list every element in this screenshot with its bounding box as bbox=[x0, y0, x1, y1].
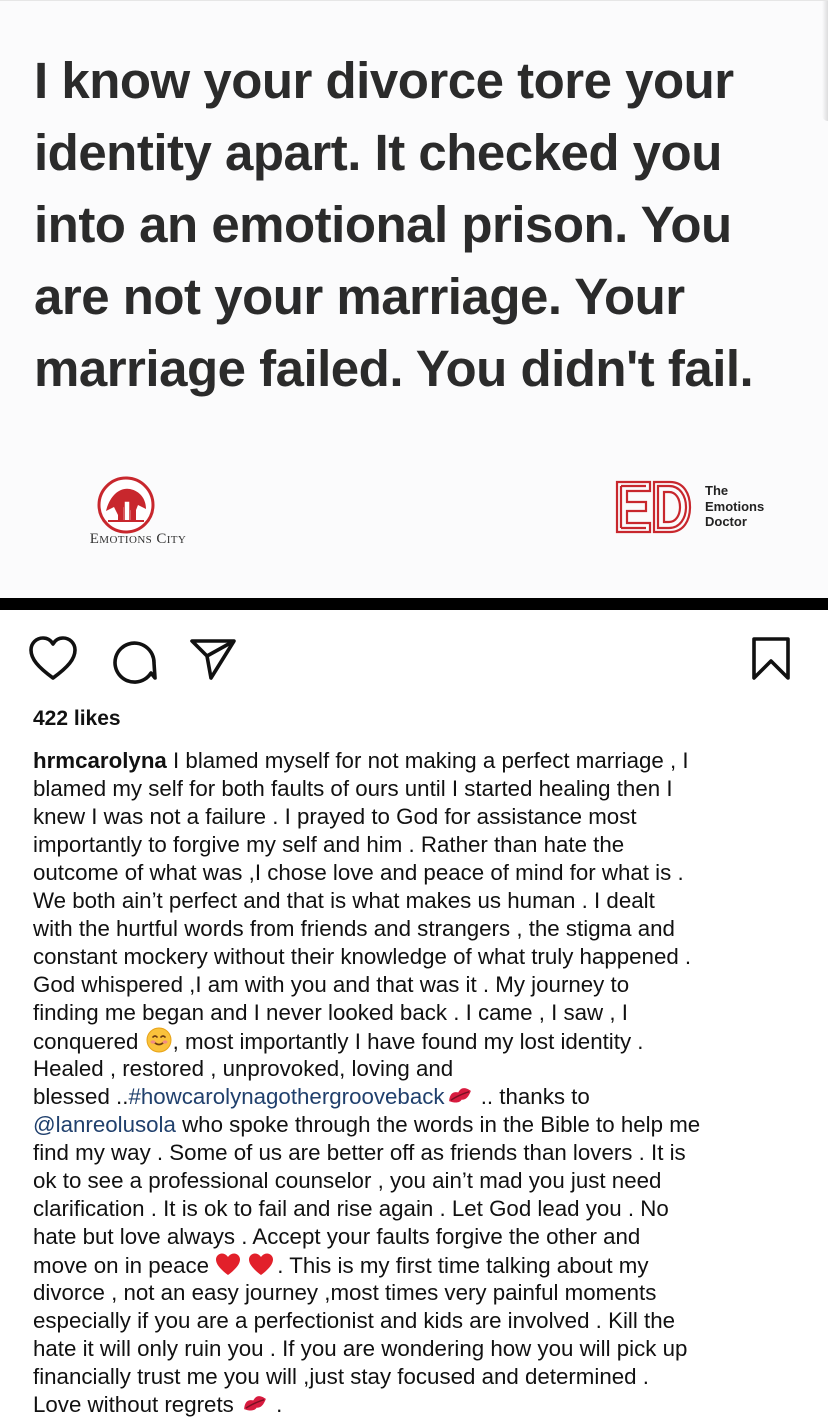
caption-text: move on in peace bbox=[33, 1253, 216, 1278]
caption-text: Love without regrets bbox=[33, 1392, 240, 1417]
caption-text: We both ain’t perfect and that is what m… bbox=[33, 888, 655, 913]
share-button[interactable] bbox=[188, 634, 238, 684]
bookmark-icon bbox=[752, 637, 790, 680]
caption-line: especially if you are a perfectionist an… bbox=[33, 1307, 813, 1335]
caption-text: . bbox=[269, 1392, 283, 1417]
next-image-edge bbox=[822, 1, 828, 121]
quote-line: identity apart. It checked you bbox=[34, 124, 722, 181]
hashtag-link[interactable]: #howcarolynagothergrooveback bbox=[128, 1084, 444, 1109]
mention-link[interactable]: @lanreolusola bbox=[33, 1112, 176, 1137]
caption-text: importantly to forgive my self and him .… bbox=[33, 832, 625, 857]
post-action-bar bbox=[0, 634, 828, 688]
heart-icon bbox=[29, 636, 77, 680]
caption-username[interactable]: hrmcarolyna bbox=[33, 748, 167, 773]
image-bottom-divider bbox=[0, 598, 828, 610]
caption-text: Healed , restored , unprovoked, loving a… bbox=[33, 1056, 454, 1081]
caption-line: blamed my self for both faults of ours u… bbox=[33, 775, 813, 803]
caption-text: find my way . Some of us are better off … bbox=[33, 1140, 686, 1165]
caption-line: with the hurtful words from friends and … bbox=[33, 915, 813, 943]
emotions-city-emblem-icon bbox=[97, 476, 155, 534]
caption-text: finding me began and I never looked back… bbox=[33, 1000, 628, 1025]
caption-line: divorce , not an easy journey ,most time… bbox=[33, 1279, 813, 1307]
caption-text: . This is my first time talking about my bbox=[277, 1253, 649, 1278]
caption-text: outcome of what was ,I chose love and pe… bbox=[33, 860, 684, 885]
caption-text: especially if you are a perfectionist an… bbox=[33, 1308, 675, 1333]
caption-text: I blamed myself for not making a perfect… bbox=[166, 748, 689, 773]
caption-text: conquered bbox=[33, 1029, 145, 1054]
like-count[interactable]: 422 likes bbox=[33, 707, 121, 731]
caption-text: , most importantly I have found my lost … bbox=[172, 1029, 644, 1054]
post-image[interactable]: I know your divorce tore your identity a… bbox=[0, 0, 828, 598]
caption-line: Healed , restored , unprovoked, loving a… bbox=[33, 1055, 813, 1083]
caption-text: ok to see a professional counselor , you… bbox=[33, 1168, 662, 1193]
caption-text: blessed .. bbox=[33, 1084, 129, 1109]
caption-text: who spoke through the words in the Bible… bbox=[175, 1112, 701, 1137]
quote-text: I know your divorce tore your identity a… bbox=[34, 45, 814, 405]
quote-line: are not your marriage. Your bbox=[34, 268, 685, 325]
emotions-city-wordmark: Emotions City bbox=[89, 531, 187, 547]
caption-text: clarification . It is ok to fail and ris… bbox=[33, 1196, 669, 1221]
caption-text: God whispered ,I am with you and that wa… bbox=[33, 972, 630, 997]
caption-text: divorce , not an easy journey ,most time… bbox=[33, 1280, 657, 1305]
caption-text: constant mockery without their knowledge… bbox=[33, 944, 692, 969]
caption-line: hate but love always . Accept your fault… bbox=[33, 1223, 813, 1251]
caption-line: conquered , most importantly I have foun… bbox=[33, 1027, 813, 1055]
emotions-doctor-wordmark: The Emotions Doctor bbox=[705, 483, 795, 530]
caption-line: constant mockery without their knowledge… bbox=[33, 943, 813, 971]
caption-line: We both ain’t perfect and that is what m… bbox=[33, 887, 813, 915]
caption-text: hate it will only ruin you . If you are … bbox=[33, 1336, 688, 1361]
caption-line: outcome of what was ,I chose love and pe… bbox=[33, 859, 813, 887]
caption-line: ok to see a professional counselor , you… bbox=[33, 1167, 813, 1195]
caption-line: hate it will only ruin you . If you are … bbox=[33, 1335, 813, 1363]
brand-line: Emotions bbox=[705, 498, 765, 514]
caption-line: hrmcarolyna I blamed myself for not maki… bbox=[33, 747, 813, 775]
caption-line: importantly to forgive my self and him .… bbox=[33, 831, 813, 859]
caption-line: finding me began and I never looked back… bbox=[33, 999, 813, 1027]
post-caption: hrmcarolyna I blamed myself for not maki… bbox=[33, 747, 813, 1419]
ed-monogram-icon bbox=[615, 480, 692, 534]
comment-button[interactable] bbox=[108, 634, 158, 684]
save-button[interactable] bbox=[746, 634, 796, 684]
caption-line: blessed ..#howcarolynagothergrooveback .… bbox=[33, 1083, 813, 1111]
caption-line: move on in peace . This is my first time… bbox=[33, 1251, 813, 1279]
brand-line: The bbox=[705, 483, 729, 498]
quote-line: marriage failed. You didn't fail. bbox=[34, 340, 754, 397]
kiss-mark-emoji-icon bbox=[240, 1392, 270, 1423]
caption-line: knew I was not a failure . I prayed to G… bbox=[33, 803, 813, 831]
caption-text: financially trust me you will ,just stay… bbox=[33, 1364, 649, 1389]
emotions-city-logo: Emotions City bbox=[58, 473, 218, 553]
emotions-doctor-logo: The Emotions Doctor bbox=[614, 479, 794, 535]
caption-line: Love without regrets . bbox=[33, 1391, 813, 1419]
comment-icon bbox=[113, 641, 157, 684]
caption-line: find my way . Some of us are better off … bbox=[33, 1139, 813, 1167]
caption-text: knew I was not a failure . I prayed to G… bbox=[33, 804, 637, 829]
quote-line: into an emotional prison. You bbox=[34, 196, 732, 253]
caption-line: @lanreolusola who spoke through the word… bbox=[33, 1111, 813, 1139]
brand-line: Doctor bbox=[705, 514, 747, 529]
caption-line: God whispered ,I am with you and that wa… bbox=[33, 971, 813, 999]
caption-text: with the hurtful words from friends and … bbox=[33, 916, 675, 941]
like-button[interactable] bbox=[28, 634, 78, 684]
caption-text: hate but love always . Accept your fault… bbox=[33, 1224, 641, 1249]
caption-text: .. thanks to bbox=[474, 1084, 590, 1109]
caption-text: blamed my self for both faults of ours u… bbox=[33, 776, 673, 801]
caption-line: clarification . It is ok to fail and ris… bbox=[33, 1195, 813, 1223]
caption-line: financially trust me you will ,just stay… bbox=[33, 1363, 813, 1391]
paper-plane-icon bbox=[190, 639, 236, 680]
quote-line: I know your divorce tore your bbox=[34, 52, 734, 109]
